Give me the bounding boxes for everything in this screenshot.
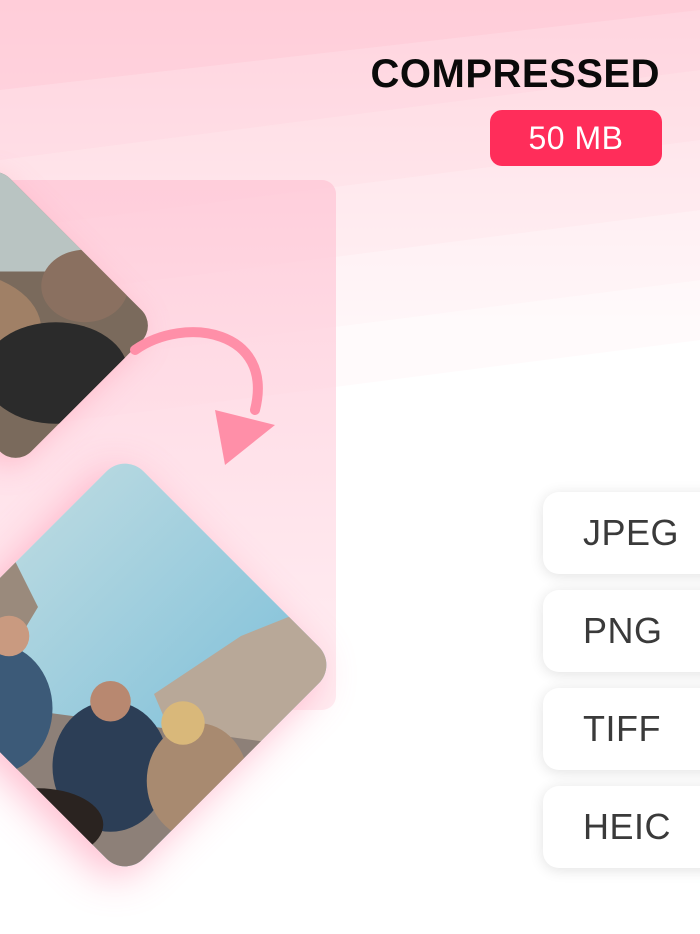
compressed-title: COMPRESSED [370,52,660,96]
file-size-badge: 50 MB [490,110,662,166]
format-chip-heic[interactable]: HEIC [543,786,700,868]
format-list: JPEG PNG TIFF HEIC [543,492,700,884]
curved-arrow-down-icon [130,327,275,465]
format-chip-tiff[interactable]: TIFF [543,688,700,770]
format-chip-png[interactable]: PNG [543,590,700,672]
app-screenshot: COMPRESSED 50 MB JPEG PNG TIFF HEIC [0,0,700,934]
format-chip-jpeg[interactable]: JPEG [543,492,700,574]
